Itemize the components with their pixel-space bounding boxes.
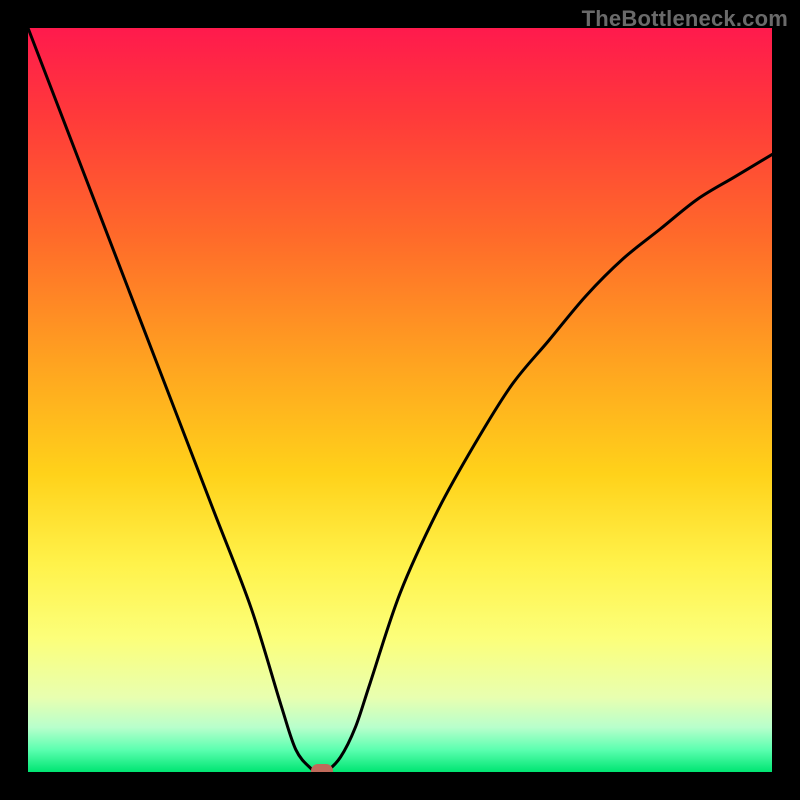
curve-svg <box>28 28 772 772</box>
chart-frame: TheBottleneck.com <box>0 0 800 800</box>
plot-area <box>28 28 772 772</box>
bottleneck-curve <box>28 28 772 772</box>
optimal-point-marker <box>311 764 333 773</box>
